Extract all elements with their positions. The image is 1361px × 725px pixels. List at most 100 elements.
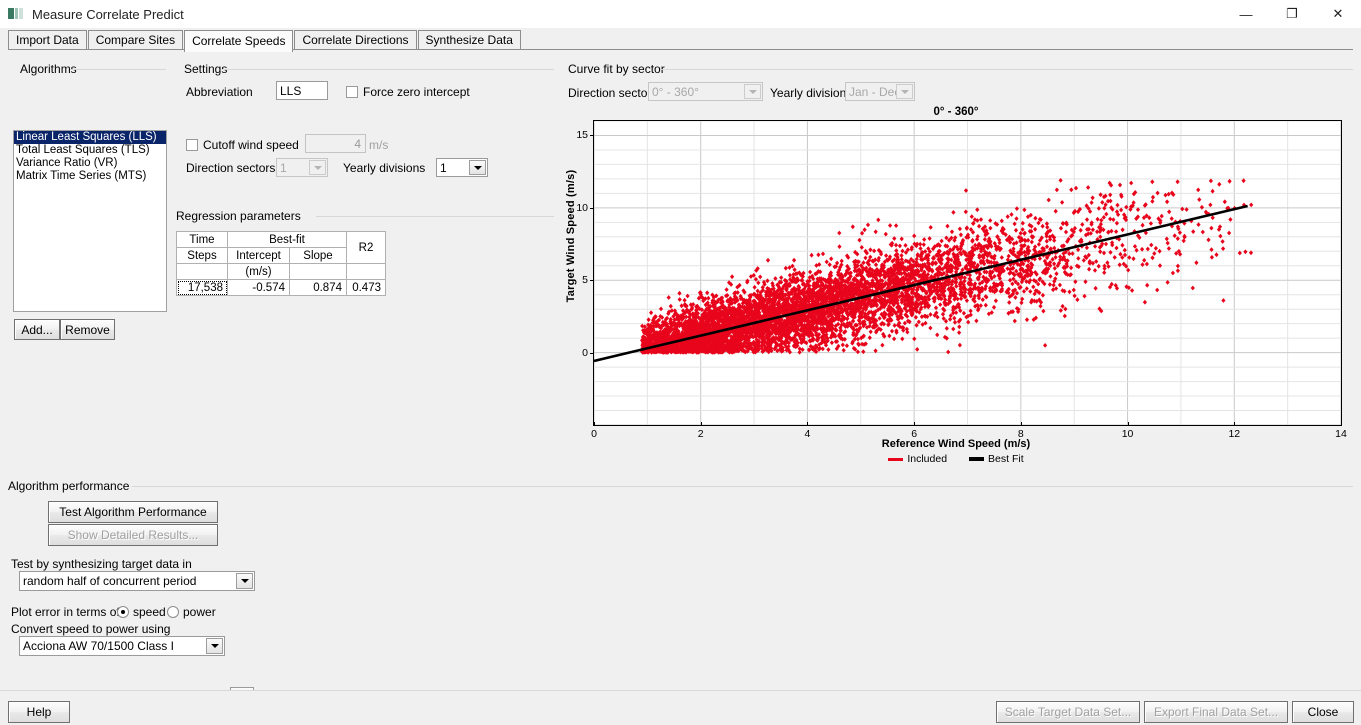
cutoff-wind-speed-box[interactable] [186, 139, 198, 151]
algorithm-performance-group-title: Algorithm performance [8, 479, 133, 493]
close-button[interactable]: Close [1292, 701, 1354, 723]
export-final-data-set-button[interactable]: Export Final Data Set... [1144, 701, 1288, 723]
x-tick-mark [1341, 422, 1342, 426]
header-time: Time [176, 231, 228, 248]
power-curve-combo[interactable]: Acciona AW 70/1500 Class I [19, 636, 225, 656]
chart-legend: Included Best Fit [556, 453, 1356, 465]
y-tick-mark [590, 207, 594, 209]
value-intercept[interactable]: -0.574 [227, 279, 290, 296]
radio-speed-circle[interactable] [117, 606, 129, 618]
tab-list: Import Data Compare Sites Correlate Spee… [8, 30, 522, 52]
synthesize-period-combo[interactable]: random half of concurrent period [19, 571, 255, 591]
legend-item-included: Included [888, 453, 947, 465]
y-tick-label: 5 [582, 274, 588, 287]
settings-group: Settings [172, 62, 554, 76]
close-window-button[interactable]: ✕ [1315, 0, 1361, 28]
tab-synthesize-data[interactable]: Synthesize Data [417, 30, 521, 50]
legend-swatch-included [888, 457, 904, 461]
main-content: Algorithms Linear Least Squares (LLS) To… [0, 50, 1361, 710]
chevron-down-icon[interactable] [236, 573, 253, 589]
header-best-fit: Best-fit [227, 231, 347, 248]
y-tick-label: 10 [576, 201, 588, 214]
direction-sectors-combo[interactable]: 1 [276, 158, 328, 177]
radio-speed[interactable]: speed [117, 605, 166, 619]
y-tick-mark [590, 135, 594, 137]
algorithms-listbox[interactable]: Linear Least Squares (LLS) Total Least S… [13, 130, 167, 312]
radio-power-label: power [183, 605, 216, 619]
algorithm-item-mts[interactable]: Matrix Time Series (MTS) [14, 170, 166, 183]
curve-fit-group: Curve fit by sector [556, 62, 1353, 76]
plot-error-label: Plot error in terms of [11, 605, 120, 619]
scatter-chart: 0° - 360° Target Wind Speed (m/s) 024681… [556, 100, 1356, 525]
chart-canvas [594, 121, 1341, 425]
radio-power-circle[interactable] [167, 606, 179, 618]
algorithm-item-lls[interactable]: Linear Least Squares (LLS) [14, 131, 166, 144]
chevron-down-icon[interactable] [206, 638, 223, 654]
chevron-down-icon[interactable] [469, 160, 486, 175]
window-title: Measure Correlate Predict [32, 6, 184, 22]
tab-correlate-speeds[interactable]: Correlate Speeds [184, 30, 294, 52]
chevron-down-icon[interactable] [744, 84, 761, 99]
tab-correlate-directions[interactable]: Correlate Directions [294, 30, 417, 50]
chevron-down-icon[interactable] [896, 84, 913, 99]
force-zero-intercept-checkbox[interactable]: Force zero intercept [346, 85, 470, 99]
minimize-button[interactable]: — [1223, 0, 1269, 28]
x-tick-mark [1020, 422, 1022, 426]
abbreviation-input[interactable]: LLS [276, 81, 328, 100]
value-time-steps[interactable]: 17,538 [176, 279, 228, 296]
cutoff-wind-speed-checkbox[interactable]: Cutoff wind speed [186, 138, 299, 152]
table-row[interactable]: 17,538 -0.574 0.874 0.473 [176, 279, 386, 296]
show-detailed-results-button[interactable]: Show Detailed Results... [48, 524, 218, 546]
remove-algorithm-button[interactable]: Remove [60, 319, 115, 340]
yearly-divisions-label: Yearly divisions [343, 161, 426, 175]
header-intercept: Intercept [227, 247, 290, 264]
direction-sectors-label: Direction sectors [186, 161, 276, 175]
cutoff-wind-speed-input[interactable]: 4 [305, 134, 366, 153]
legend-swatch-best-fit [969, 457, 985, 461]
x-tick-mark [1127, 422, 1129, 426]
value-slope[interactable]: 0.874 [289, 279, 347, 296]
yearly-division-combo[interactable]: Jan - Dec [845, 82, 915, 101]
maximize-button[interactable]: ❐ [1269, 0, 1315, 28]
yearly-divisions-combo[interactable]: 1 [436, 158, 488, 177]
algorithm-item-tls[interactable]: Total Least Squares (TLS) [14, 144, 166, 157]
test-algorithm-performance-button[interactable]: Test Algorithm Performance [48, 501, 218, 523]
power-curve-value: Acciona AW 70/1500 Class I [23, 639, 174, 653]
x-tick-mark [1234, 422, 1236, 426]
tab-compare-sites[interactable]: Compare Sites [87, 30, 184, 50]
direction-sector-value: 0° - 360° [652, 84, 699, 99]
force-zero-intercept-box[interactable] [346, 86, 358, 98]
header-steps: Steps [176, 247, 228, 264]
chevron-down-icon[interactable] [309, 160, 326, 175]
abbreviation-label: Abbreviation [186, 85, 253, 99]
yearly-divisions-value: 1 [440, 160, 447, 175]
synthesize-label: Test by synthesizing target data in [11, 557, 192, 571]
direction-sector-combo[interactable]: 0° - 360° [648, 82, 763, 101]
direction-sector-label: Direction sector [568, 86, 652, 100]
header-units-blank-1 [176, 263, 228, 280]
chart-y-axis-label: Target Wind Speed (m/s) [565, 169, 577, 303]
tab-import-data[interactable]: Import Data [8, 30, 87, 50]
regression-group: Regression parameters [176, 209, 554, 223]
chart-x-axis-label: Reference Wind Speed (m/s) [881, 438, 1031, 450]
value-r2[interactable]: 0.473 [346, 279, 386, 296]
force-zero-intercept-label: Force zero intercept [363, 85, 470, 99]
radio-power[interactable]: power [167, 605, 216, 619]
header-units-blank-2 [289, 263, 347, 280]
scale-target-data-set-button[interactable]: Scale Target Data Set... [996, 701, 1140, 723]
add-algorithm-button[interactable]: Add... [14, 319, 60, 340]
table-header-row-1: Time Best-fit R2 [176, 231, 386, 264]
x-tick-mark [914, 422, 916, 426]
legend-label-best-fit: Best Fit [988, 453, 1024, 465]
x-tick-mark [594, 422, 595, 426]
y-tick-label: 0 [582, 346, 588, 359]
radio-speed-label: speed [133, 605, 166, 619]
algorithm-item-vr[interactable]: Variance Ratio (VR) [14, 157, 166, 170]
legend-item-best-fit: Best Fit [969, 453, 1024, 465]
window-title-bar: Measure Correlate Predict — ❐ ✕ [0, 0, 1361, 28]
header-units-ms: (m/s) [227, 263, 290, 280]
regression-group-title: Regression parameters [176, 209, 304, 223]
window-controls: — ❐ ✕ [1223, 0, 1361, 28]
direction-sectors-value: 1 [280, 160, 287, 175]
help-button[interactable]: Help [8, 701, 70, 723]
